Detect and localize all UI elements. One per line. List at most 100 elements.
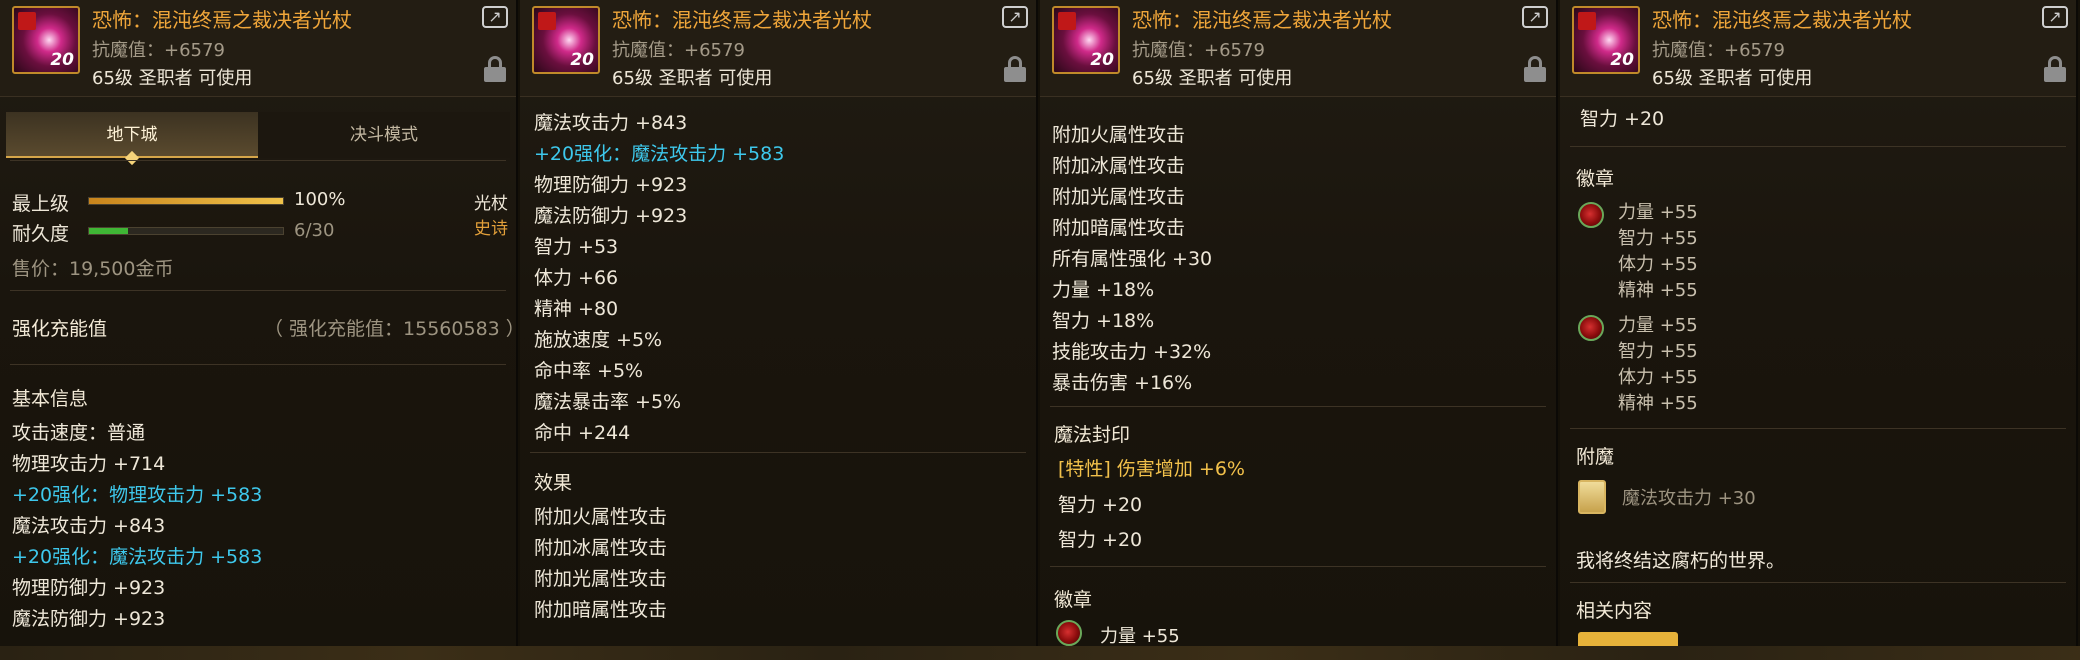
stat-line: 物理攻击力 +714 xyxy=(12,453,166,475)
share-icon[interactable]: ↗ xyxy=(1002,6,1028,28)
sell-price: 售价：19,500金币 xyxy=(12,258,174,280)
stat-line: 攻击速度：普通 xyxy=(12,422,146,444)
rarity-label: 史诗 xyxy=(474,219,508,239)
lock-icon[interactable] xyxy=(2044,56,2066,82)
effect-line: 附加暗属性攻击 xyxy=(534,599,668,621)
effect-line: 附加冰属性攻击 xyxy=(534,537,668,559)
stat-line: 魔法防御力 +923 xyxy=(534,205,688,227)
item-name: 恐怖：混沌终焉之裁决者光杖 xyxy=(1132,8,1392,32)
tooltip-header: 20 恐怖：混沌终焉之裁决者光杖 抗魔值：+6579 65级 圣职者 可使用 ↗ xyxy=(0,0,516,97)
emblem-stat: 精神 +55 xyxy=(1618,280,1698,301)
lock-icon[interactable] xyxy=(1004,56,1026,82)
enchant-stat: 魔法攻击力 +30 xyxy=(1622,488,1756,509)
emblem-title: 徽章 xyxy=(1054,589,1093,611)
tooltip-header: 20 恐怖：混沌终焉之裁决者光杖 抗魔值：+6579 65级 圣职者 可使用 ↗ xyxy=(1040,0,1556,97)
seal-stat: 智力 +20 xyxy=(1058,494,1143,516)
emblem-stat: 智力 +55 xyxy=(1618,341,1698,362)
emblem-stat: 力量 +55 xyxy=(1618,202,1698,223)
share-icon[interactable]: ↗ xyxy=(2042,6,2068,28)
emblem-icon xyxy=(1578,202,1604,228)
effect-line: 附加暗属性攻击 xyxy=(1052,217,1186,239)
mode-tabs: 地下城 决斗模式 xyxy=(6,112,510,166)
stat-line: 物理防御力 +923 xyxy=(534,174,688,196)
reinforce-charge-label: 强化充能值 xyxy=(12,318,108,340)
bottom-bar xyxy=(0,646,2080,660)
emblem-stat: 智力 +55 xyxy=(1618,228,1698,249)
item-name: 恐怖：混沌终焉之裁决者光杖 xyxy=(92,8,352,32)
effect-line: 附加光属性攻击 xyxy=(534,568,668,590)
stat-line: 魔法攻击力 +843 xyxy=(12,515,166,537)
item-tooltip-panel-1: 20 恐怖：混沌终焉之裁决者光杖 抗魔值：+6579 65级 圣职者 可使用 ↗… xyxy=(0,0,518,646)
item-tooltip-panel-2: 20 恐怖：混沌终焉之裁决者光杖 抗魔值：+6579 65级 圣职者 可使用 ↗… xyxy=(520,0,1038,646)
effect-line: 附加火属性攻击 xyxy=(534,506,668,528)
divider xyxy=(1570,582,2066,583)
stat-line: 魔法防御力 +923 xyxy=(12,608,166,630)
effect-line: 附加冰属性攻击 xyxy=(1052,155,1186,177)
staff-item-icon: 20 xyxy=(1572,6,1640,74)
effect-line: 技能攻击力 +32% xyxy=(1052,341,1212,363)
item-name: 恐怖：混沌终焉之裁决者光杖 xyxy=(612,8,872,32)
emblem-stat: 精神 +55 xyxy=(1618,393,1698,414)
staff-item-icon: 20 xyxy=(532,6,600,74)
lock-icon[interactable] xyxy=(484,56,506,82)
flavor-text: 我将终结这腐朽的世界。 xyxy=(1576,550,1786,572)
effect-line: 所有属性强化 +30 xyxy=(1052,248,1213,270)
tab-pvp[interactable]: 决斗模式 xyxy=(258,112,510,158)
anti-magic-value: 抗魔值：+6579 xyxy=(1132,40,1265,61)
stat-line: 命中率 +5% xyxy=(534,360,644,382)
emblem-icon xyxy=(1056,620,1082,646)
divider xyxy=(1050,406,1546,407)
stat-line: 精神 +80 xyxy=(534,298,619,320)
divider xyxy=(1570,428,2066,429)
divider xyxy=(10,290,506,291)
durability-bar-fill xyxy=(89,228,128,234)
related-content-button[interactable] xyxy=(1578,632,1678,646)
lock-icon[interactable] xyxy=(1524,56,1546,82)
grade-percent: 100% xyxy=(294,189,346,210)
enchant-card-icon xyxy=(1578,480,1606,514)
stat-line: 施放速度 +5% xyxy=(534,329,663,351)
seal-stat: 智力 +20 xyxy=(1058,529,1143,551)
emblem-title: 徽章 xyxy=(1576,168,1615,190)
reinforce-charge-value: （ 强化充能值：15560583 ） xyxy=(264,318,518,340)
share-icon[interactable]: ↗ xyxy=(1522,6,1548,28)
anti-magic-value: 抗魔值：+6579 xyxy=(612,40,745,61)
stat-line: 魔法攻击力 +843 xyxy=(534,112,688,134)
emblem-stat: 力量 +55 xyxy=(1100,626,1180,646)
grade-label: 最上级 xyxy=(12,193,70,215)
seal-special-stat: [特性] 伤害增加 +6% xyxy=(1058,458,1245,480)
durability-value: 6/30 xyxy=(294,220,335,241)
anti-magic-value: 抗魔值：+6579 xyxy=(1652,40,1785,61)
durability-bar xyxy=(88,227,284,235)
tooltip-header: 20 恐怖：混沌终焉之裁决者光杖 抗魔值：+6579 65级 圣职者 可使用 ↗ xyxy=(520,0,1036,97)
staff-item-icon: 20 xyxy=(12,6,80,74)
effect-line: 力量 +18% xyxy=(1052,279,1155,301)
stat-line: 魔法暴击率 +5% xyxy=(534,391,682,413)
emblem-stat: 体力 +55 xyxy=(1618,254,1698,275)
stat-line: +20强化：物理攻击力 +583 xyxy=(12,484,263,506)
tooltip-header: 20 恐怖：混沌终焉之裁决者光杖 抗魔值：+6579 65级 圣职者 可使用 ↗ xyxy=(1560,0,2076,97)
share-icon[interactable]: ↗ xyxy=(482,6,508,28)
grade-bar xyxy=(88,197,284,205)
enchant-title: 附魔 xyxy=(1576,446,1615,468)
stat-line: 命中 +244 xyxy=(534,422,631,444)
emblem-stat: 体力 +55 xyxy=(1618,367,1698,388)
effect-line: 附加光属性攻击 xyxy=(1052,186,1186,208)
anti-magic-value: 抗魔值：+6579 xyxy=(92,40,225,61)
related-content-title: 相关内容 xyxy=(1576,600,1653,622)
item-requirement: 65级 圣职者 可使用 xyxy=(1132,68,1293,89)
divider xyxy=(10,364,506,365)
stat-line: +20强化：魔法攻击力 +583 xyxy=(12,546,263,568)
stat-line: +20强化：魔法攻击力 +583 xyxy=(534,143,785,165)
effect-line: 附加火属性攻击 xyxy=(1052,124,1186,146)
stat-line: 体力 +66 xyxy=(534,267,619,289)
durability-label: 耐久度 xyxy=(12,223,70,245)
effects-title: 效果 xyxy=(534,472,573,494)
item-tooltip-panel-3: 20 恐怖：混沌终焉之裁决者光杖 抗魔值：+6579 65级 圣职者 可使用 ↗… xyxy=(1040,0,1558,646)
divider xyxy=(1570,146,2066,147)
divider xyxy=(530,452,1026,453)
stat-line: 物理防御力 +923 xyxy=(12,577,166,599)
item-requirement: 65级 圣职者 可使用 xyxy=(92,68,253,89)
item-tooltip-panel-4: 20 恐怖：混沌终焉之裁决者光杖 抗魔值：+6579 65级 圣职者 可使用 ↗… xyxy=(1560,0,2078,646)
item-name: 恐怖：混沌终焉之裁决者光杖 xyxy=(1652,8,1912,32)
